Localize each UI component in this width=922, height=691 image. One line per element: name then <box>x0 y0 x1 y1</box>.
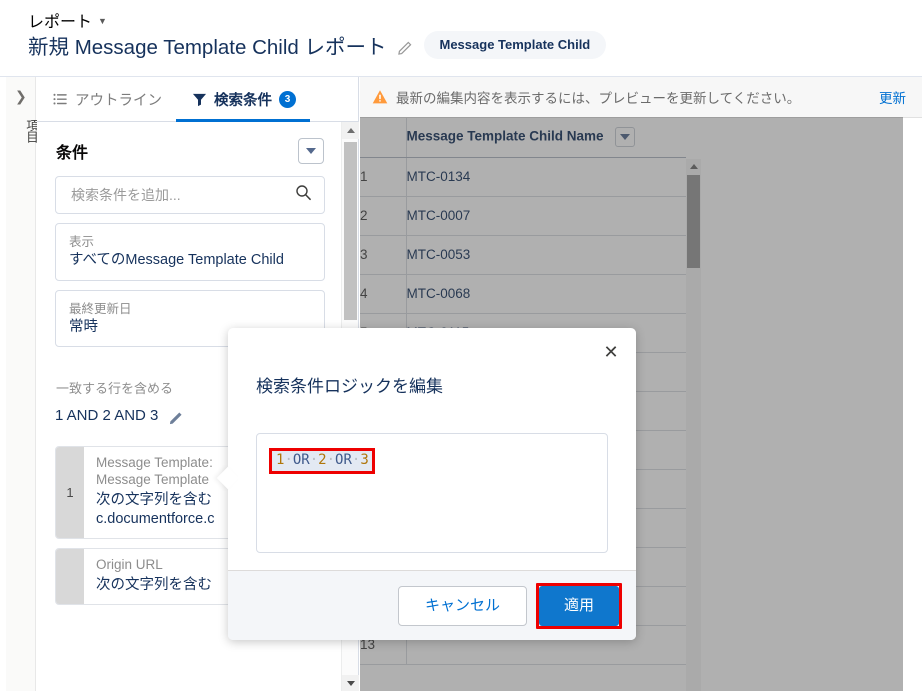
condition-field-line1: Origin URL <box>96 556 163 572</box>
condition-field-line1: Message Template: <box>96 455 213 471</box>
logic-token-operator: OR <box>335 452 352 468</box>
search-input[interactable] <box>69 186 279 204</box>
filter-card-show[interactable]: 表示 すべてのMessage Template Child <box>55 223 325 281</box>
pencil-icon[interactable] <box>397 40 413 55</box>
scroll-up-arrow[interactable] <box>342 122 359 139</box>
page-title: 新規 Message Template Child レポート <box>28 36 387 59</box>
breadcrumb-link-reports[interactable]: レポート <box>28 8 92 32</box>
preview-warning-text: 最新の編集内容を表示するには、プレビューを更新してください。 <box>396 91 801 106</box>
edit-filter-logic-dialog: ✕ 検索条件ロジックを編集 1·OR·2·OR·3 キャンセル 適用 <box>216 328 636 640</box>
tab-outline[interactable]: アウトライン <box>37 77 176 121</box>
tab-outline-label: アウトライン <box>75 92 162 109</box>
filter-funnel-icon <box>192 92 207 107</box>
scroll-down-arrow[interactable] <box>342 675 359 691</box>
logic-token-operator: OR <box>292 452 310 468</box>
filters-section-header: 条件 <box>56 138 324 164</box>
fields-rail-collapsed[interactable]: ❯ 項目 <box>6 77 38 691</box>
filters-section-menu-button[interactable] <box>298 138 324 164</box>
condition-number: 1 <box>56 447 84 538</box>
chevron-down-icon[interactable]: ▼ <box>98 16 107 26</box>
condition-number <box>56 548 84 604</box>
chevron-down-icon <box>306 148 316 154</box>
filter-logic-expression[interactable]: 1·OR·2·OR·3 <box>269 448 375 475</box>
dialog-footer: キャンセル 適用 <box>228 570 636 640</box>
filter-logic-textarea[interactable]: 1·OR·2·OR·3 <box>256 433 608 553</box>
logic-token-number: 2 <box>318 452 327 468</box>
logic-token-space: · <box>309 452 319 468</box>
pencil-icon[interactable] <box>169 410 184 425</box>
logic-token-space: · <box>284 452 293 468</box>
add-filter-search[interactable] <box>55 176 325 214</box>
outline-list-icon <box>53 92 68 107</box>
condition-operator: 次の文字列を含む <box>96 492 212 509</box>
tab-filters-label: 検索条件 <box>214 92 272 109</box>
filter-logic-value: 1 AND 2 AND 3 <box>55 407 159 425</box>
warning-triangle-icon <box>372 89 388 105</box>
right-gutter <box>903 194 922 691</box>
condition-body: Origin URL 次の文字列を含む <box>84 549 222 604</box>
filters-count-badge: 3 <box>279 90 296 108</box>
preview-warning-bar: 最新の編集内容を表示するには、プレビューを更新してください。 更新 <box>360 77 922 118</box>
dialog-title: 検索条件ロジックを編集 <box>256 377 443 396</box>
report-builder-screen: レポート ▼ 新規 Message Template Child レポート Me… <box>0 0 922 691</box>
condition-field-line2: Message Template <box>96 472 210 488</box>
cancel-button[interactable]: キャンセル <box>397 585 527 626</box>
title-row: 新規 Message Template Child レポート Message T… <box>28 30 607 60</box>
condition-body: Message Template: Message Template 次の文字列… <box>84 447 224 537</box>
page-header: レポート ▼ 新規 Message Template Child レポート Me… <box>0 0 922 76</box>
apply-button[interactable]: 適用 <box>538 585 619 626</box>
condition-value: c.documentforce.c <box>96 511 215 528</box>
apply-button-highlight: 適用 <box>535 582 622 629</box>
logic-token-space: · <box>326 452 336 468</box>
logic-token-number: 3 <box>360 452 369 468</box>
filter-card-value: すべてのMessage Template Child <box>69 252 284 268</box>
tab-filters[interactable]: 検索条件 3 <box>176 77 310 122</box>
panel-tabs: アウトライン 検索条件 3 <box>37 77 359 122</box>
filter-card-label: 表示 <box>69 235 95 249</box>
breadcrumb[interactable]: レポート ▼ <box>28 8 107 32</box>
filters-section-title: 条件 <box>56 145 89 162</box>
object-type-pill: Message Template Child <box>423 31 607 59</box>
chevron-right-icon[interactable]: ❯ <box>15 89 27 105</box>
search-icon <box>295 184 312 206</box>
condition-operator: 次の文字列を含む <box>96 576 212 593</box>
close-x-icon[interactable]: ✕ <box>598 340 624 366</box>
refresh-preview-link[interactable]: 更新 <box>879 87 906 107</box>
filter-card-label: 最終更新日 <box>69 301 132 316</box>
rail-label-fields: 項目 <box>24 119 38 142</box>
scrollbar-thumb[interactable] <box>344 142 357 320</box>
